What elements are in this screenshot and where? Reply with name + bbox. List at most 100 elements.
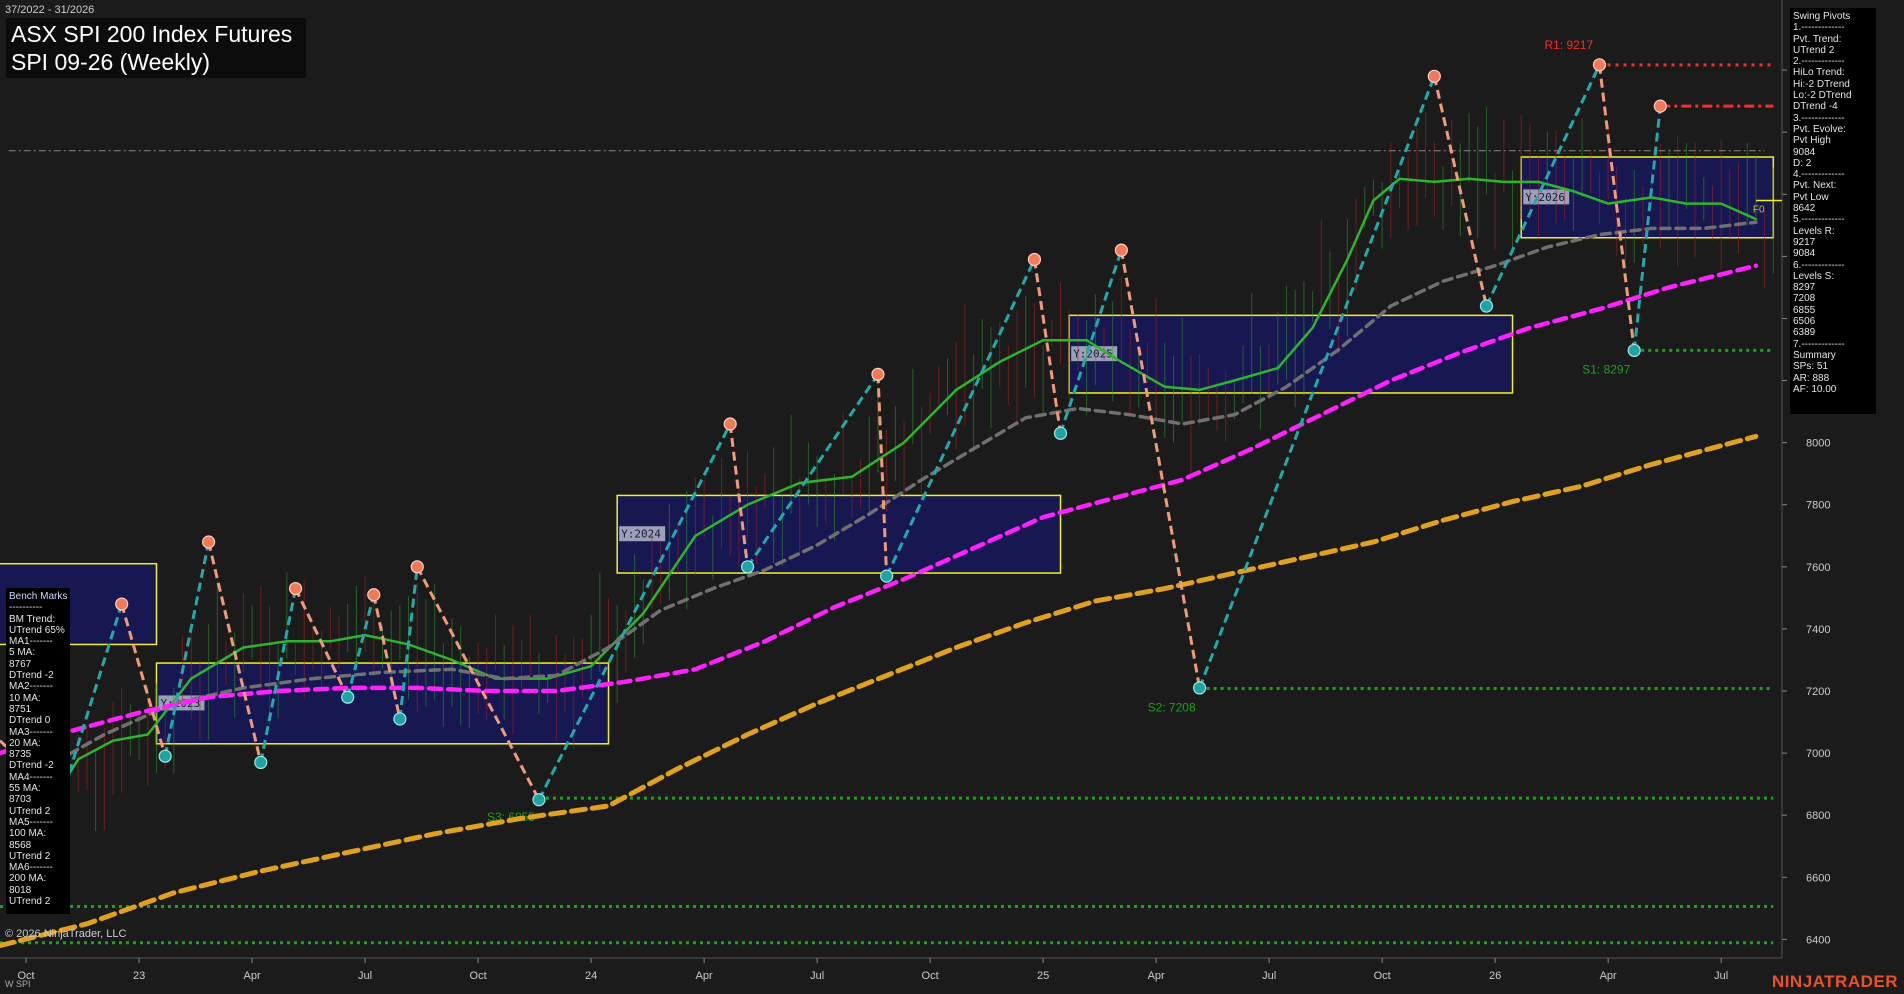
left-panel-line: MA1------- <box>9 636 53 648</box>
left-panel-line: 8735 <box>9 749 32 761</box>
x-tick-label: Jul <box>1714 970 1728 982</box>
x-tick-label: Jul <box>1262 970 1276 982</box>
swing-low-pivot <box>158 749 172 763</box>
price-chart[interactable]: Y:2023Y:2024Y:2025Y:2026S1: 8297S2: 7208… <box>0 0 1904 994</box>
right-panel-line: 7208 <box>1793 293 1816 305</box>
right-panel-line: Swing Pivots <box>1793 11 1851 22</box>
chart-title: ASX SPI 200 Index Futures <box>11 21 293 47</box>
swing-high-pivot <box>1114 243 1128 257</box>
swing-high-pivot <box>202 535 216 549</box>
left-panel-line: 8568 <box>9 839 32 851</box>
x-tick-label: Oct <box>470 970 487 982</box>
swing-high-pivot <box>1427 69 1441 83</box>
left-panel-line: DTrend 0 <box>9 715 51 727</box>
right-panel-line: Pvt. Next: <box>1793 180 1837 192</box>
right-panel-line: DTrend -4 <box>1793 101 1838 113</box>
x-tick-label: 23 <box>133 970 145 982</box>
right-panel-line: Pvt Low <box>1793 191 1829 203</box>
left-panel-line: 200 MA: <box>9 873 47 885</box>
left-panel-line: 100 MA: <box>9 828 47 840</box>
right-panel-line: 1.------------- <box>1793 22 1845 34</box>
left-panel-line: UTrend 65% <box>9 624 65 636</box>
right-panel-line: Lo:-2 DTrend <box>1793 90 1852 102</box>
x-tick-label: Jul <box>810 970 824 982</box>
swing-low-pivot <box>393 712 407 726</box>
right-panel-line: 3.------------- <box>1793 112 1845 124</box>
right-panel-line: AF: 10.00 <box>1793 383 1837 395</box>
swing-high-pivot <box>115 597 129 611</box>
swing-high-pivot <box>410 560 424 574</box>
bench-marks-title: Bench Marks <box>9 591 68 602</box>
right-panel-line: 4.------------- <box>1793 169 1845 181</box>
x-tick-label: Apr <box>244 970 261 982</box>
left-panel-line: 8018 <box>9 884 32 896</box>
support-label: S2: 7208 <box>1148 701 1196 715</box>
right-panel-line: AR: 888 <box>1793 372 1830 384</box>
x-tick-label: Apr <box>1600 970 1617 982</box>
right-panel-line: 9084 <box>1793 248 1816 260</box>
swing-high-pivot <box>871 367 885 381</box>
y-tick-label: 7800 <box>1806 500 1830 512</box>
left-panel-line: MA2------- <box>9 681 53 693</box>
left-panel-line: 10 MA: <box>9 692 41 704</box>
right-panel-line: 2.------------- <box>1793 56 1845 68</box>
swing-high-pivot <box>1653 99 1667 113</box>
x-tick-label: 25 <box>1037 970 1049 982</box>
year-box-label: Y:2026 <box>1525 191 1565 204</box>
y-tick-label: 6400 <box>1806 934 1830 946</box>
instrument-code: W SPI <box>5 979 31 989</box>
swing-low-pivot <box>254 755 268 770</box>
right-panel-line: UTrend 2 <box>1793 44 1835 56</box>
right-panel-line: 5.------------- <box>1793 214 1845 226</box>
chart-subtitle: SPI 09-26 (Weekly) <box>11 49 210 75</box>
swing-low-pivot <box>880 569 894 583</box>
x-tick-label: 24 <box>585 970 597 982</box>
right-panel-line: 8642 <box>1793 203 1816 215</box>
swing-low-pivot <box>1192 681 1207 695</box>
right-panel-line: 6389 <box>1793 327 1816 339</box>
y-tick-label: 7000 <box>1806 748 1830 760</box>
left-panel-line: 5 MA: <box>9 647 36 659</box>
left-panel-line: 8751 <box>9 703 32 715</box>
swing-leg <box>1032 259 1062 434</box>
swing-high-pivot <box>288 581 303 596</box>
x-tick-label: Oct <box>922 970 939 982</box>
swing-low-pivot <box>1053 426 1068 440</box>
y-tick-label: 7200 <box>1806 686 1830 698</box>
right-panel-line: 8297 <box>1793 282 1816 294</box>
swing-low-pivot <box>1627 343 1641 358</box>
left-panel-line: 55 MA: <box>9 783 41 795</box>
swing-high-pivot <box>723 417 737 431</box>
copyright: © 2026 NinjaTrader, LLC <box>5 928 127 940</box>
y-tick-label: 6800 <box>1806 810 1830 822</box>
swing-high-pivot <box>1027 252 1042 267</box>
right-panel-line: Levels R: <box>1793 225 1835 237</box>
swing-high-pivot <box>1592 58 1607 72</box>
year-box <box>616 494 1062 574</box>
left-panel-line: DTrend -2 <box>9 760 54 772</box>
right-panel-line: 7.------------- <box>1793 338 1845 350</box>
right-panel-line: 6506 <box>1793 316 1816 328</box>
left-panel-line: UTrend 2 <box>9 850 51 862</box>
right-panel-line: 9084 <box>1793 146 1816 158</box>
left-panel-line: DTrend -2 <box>9 670 54 682</box>
right-panel-line: Pvt High <box>1793 135 1831 147</box>
right-panel-line: D: 2 <box>1793 157 1812 169</box>
swing-low-pivot <box>532 793 546 807</box>
left-panel-line: ---------- <box>9 602 43 614</box>
swing-leg <box>1432 75 1488 307</box>
right-panel-line: Levels S: <box>1793 270 1835 282</box>
left-panel-line: MA6------- <box>9 862 53 874</box>
left-panel-line: BM Trend: <box>9 613 56 625</box>
fib-label: F0 <box>1753 204 1765 215</box>
left-panel-line: UTrend 2 <box>9 805 51 817</box>
ninjatrader-logo: NINJATRADER <box>1771 972 1898 991</box>
left-panel-line: 8703 <box>9 794 32 806</box>
left-panel-line: MA3------- <box>9 726 53 738</box>
bench-marks-panel: Bench Marks ---------- BM Trend: UTrend 65… <box>6 588 70 914</box>
left-panel-line: 8767 <box>9 658 32 670</box>
x-tick-label: 26 <box>1489 970 1501 982</box>
right-panel-line: 9217 <box>1793 236 1816 248</box>
date-range: 37/2022 - 31/2026 <box>5 4 95 16</box>
swing-high-pivot <box>367 588 381 602</box>
